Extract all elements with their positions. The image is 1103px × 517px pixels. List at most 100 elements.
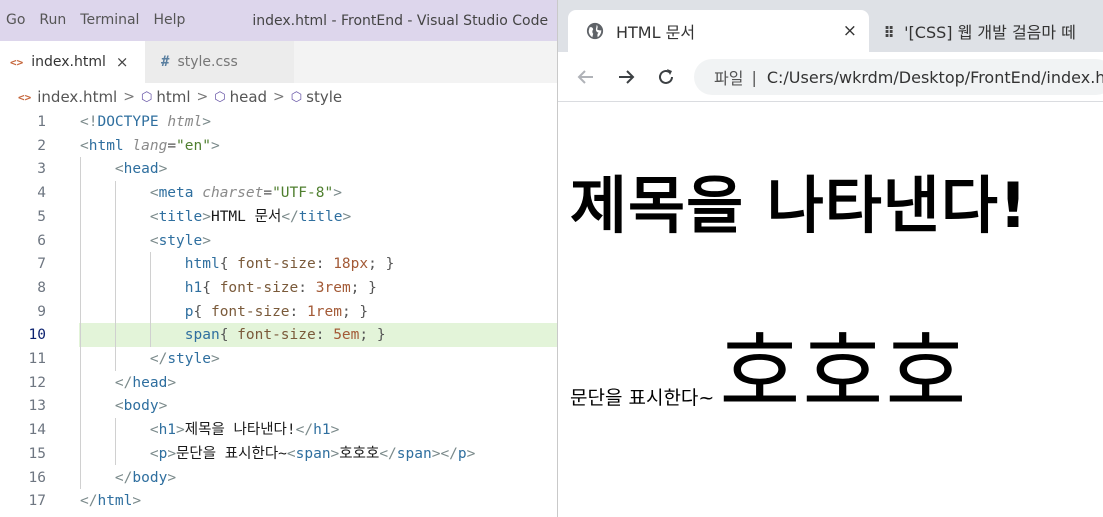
- code-text: </html>: [80, 493, 142, 510]
- element-icon: ⬡: [140, 89, 153, 105]
- line-number: 7: [37, 256, 46, 273]
- code-line[interactable]: 14 <h1>제목을 나타낸다!</h1>: [0, 418, 557, 442]
- code-line[interactable]: 16 </body>: [0, 466, 557, 490]
- tab-index-html[interactable]: <> index.html ×: [0, 41, 145, 83]
- code-line[interactable]: 6 <style>: [0, 229, 557, 253]
- address-bar[interactable]: 파일 | C:/Users/wkrdm/Desktop/FrontEnd/ind…: [694, 59, 1103, 95]
- line-number: 17: [28, 493, 46, 510]
- close-icon[interactable]: ×: [843, 21, 857, 41]
- indent-guide: [80, 157, 81, 490]
- line-number: 2: [37, 137, 46, 154]
- code-line[interactable]: 9 p{ font-size: 1rem; }: [0, 300, 557, 324]
- breadcrumb-head[interactable]: head: [230, 88, 267, 106]
- paragraph-span: 호호호: [719, 322, 969, 425]
- code-text: <html lang="en">: [80, 137, 220, 154]
- editor-tab-bar: <> index.html × # style.css: [0, 41, 557, 83]
- code-line[interactable]: 12 </head>: [0, 371, 557, 395]
- breadcrumb-separator: >: [273, 89, 285, 105]
- paragraph-text: 문단을 표시한다~: [570, 387, 715, 409]
- breadcrumb-separator: >: [196, 89, 209, 105]
- scheme-label: 파일: [714, 69, 744, 88]
- line-number: 9: [37, 303, 46, 320]
- line-number: 15: [28, 445, 46, 462]
- browser-tab-css[interactable]: ⁝⁝ '[CSS] 웹 개발 걸음마 떼: [874, 10, 1103, 52]
- code-line[interactable]: 7 html{ font-size: 18px; }: [0, 252, 557, 276]
- code-line[interactable]: 2 <html lang="en">: [0, 134, 557, 158]
- menu-terminal[interactable]: Terminal: [73, 0, 146, 41]
- forward-button[interactable]: [614, 65, 638, 89]
- code-text: <h1>제목을 나타낸다!</h1>: [149, 422, 340, 439]
- browser-window: HTML 문서 × ⁝⁝ '[CSS] 웹 개발 걸음마 떼 파일 | C:/U…: [557, 0, 1103, 517]
- browser-tab-html[interactable]: HTML 문서 ×: [568, 10, 869, 52]
- code-text: h1{ font-size: 3rem; }: [184, 279, 377, 296]
- menu-go[interactable]: Go: [0, 0, 32, 41]
- line-number: 16: [28, 469, 46, 486]
- code-text: <!DOCTYPE html>: [80, 114, 211, 130]
- code-text: html{ font-size: 18px; }: [184, 256, 395, 273]
- line-number: 14: [28, 422, 46, 439]
- line-number: 1: [37, 114, 46, 130]
- code-text: </style>: [149, 351, 220, 367]
- code-text: span{ font-size: 5em; }: [184, 327, 386, 344]
- html-file-icon: <>: [10, 55, 24, 69]
- code-text: <head>: [114, 161, 168, 178]
- breadcrumb-html[interactable]: html: [156, 88, 190, 106]
- breadcrumb-separator: >: [123, 89, 135, 105]
- code-text: <title>HTML 문서</title>: [149, 208, 352, 225]
- line-number: 4: [37, 185, 46, 202]
- web-page: 제목을 나타낸다! 문단을 표시한다~ 호호호: [558, 103, 1103, 517]
- browser-tab-label: HTML 문서: [616, 23, 696, 42]
- code-line[interactable]: 17 </html>: [0, 489, 557, 513]
- favicon-icon: ⁝⁝: [884, 21, 894, 41]
- line-number: 13: [28, 398, 46, 415]
- breadcrumb-file[interactable]: index.html: [37, 88, 117, 106]
- code-text: <p>문단을 표시한다~<span>호호호</span></p>: [149, 445, 476, 462]
- css-file-icon: #: [161, 54, 170, 70]
- code-line[interactable]: 4 <meta charset="UTF-8">: [0, 181, 557, 205]
- code-text: </head>: [114, 374, 177, 391]
- code-line[interactable]: 5 <title>HTML 문서</title>: [0, 205, 557, 229]
- code-line[interactable]: 11 </style>: [0, 347, 557, 371]
- code-text: <style>: [149, 232, 211, 249]
- line-number: 10: [28, 327, 46, 344]
- code-line[interactable]: 1 <!DOCTYPE html>: [0, 110, 557, 134]
- url-text[interactable]: C:/Users/wkrdm/Desktop/FrontEnd/index.ht…: [767, 68, 1103, 87]
- code-line[interactable]: 3 <head>: [0, 157, 557, 181]
- tab-style-css[interactable]: # style.css: [145, 41, 294, 83]
- indent-guide: [114, 418, 116, 466]
- close-icon[interactable]: ×: [116, 53, 129, 71]
- line-number: 11: [28, 351, 46, 367]
- indent-guide: [114, 181, 116, 371]
- element-icon: ⬡: [290, 89, 303, 105]
- indent-guide: [149, 252, 151, 347]
- code-line[interactable]: 13 <body>: [0, 394, 557, 418]
- code-editor[interactable]: 1 <!DOCTYPE html> 2 <html lang="en"> 3 <head…: [0, 110, 557, 517]
- back-button[interactable]: [574, 65, 598, 89]
- breadcrumb-style[interactable]: style: [306, 88, 342, 106]
- browser-tab-label: '[CSS] 웹 개발 걸음마 떼: [904, 23, 1076, 42]
- address-separator: |: [751, 67, 757, 87]
- menu-bar: Go Run Terminal Help index.html - FrontE…: [0, 0, 557, 41]
- page-heading: 제목을 나타낸다!: [570, 169, 1029, 242]
- tab-label: style.css: [177, 54, 238, 70]
- code-line[interactable]: 10 span{ font-size: 5em; }: [0, 323, 557, 347]
- vscode-window: Go Run Terminal Help index.html - FrontE…: [0, 0, 557, 517]
- code-text: <meta charset="UTF-8">: [149, 185, 342, 202]
- tab-label: index.html: [31, 54, 106, 70]
- reload-icon: [659, 69, 673, 84]
- html-file-icon: <>: [18, 90, 32, 104]
- reload-button[interactable]: [654, 65, 678, 89]
- line-number: 12: [28, 374, 46, 391]
- arrow-right-icon: [619, 70, 635, 84]
- line-number: 5: [37, 208, 46, 225]
- globe-icon: [586, 22, 604, 40]
- browser-tab-strip: HTML 문서 × ⁝⁝ '[CSS] 웹 개발 걸음마 떼: [558, 0, 1103, 52]
- code-line[interactable]: 15 <p>문단을 표시한다~<span>호호호</span></p>: [0, 442, 557, 466]
- code-text: <body>: [114, 398, 168, 415]
- line-number: 8: [37, 279, 46, 296]
- code-line[interactable]: 8 h1{ font-size: 3rem; }: [0, 276, 557, 300]
- menu-run[interactable]: Run: [32, 0, 73, 41]
- arrow-left-icon: [577, 70, 593, 84]
- code-text: </body>: [114, 469, 177, 486]
- menu-help[interactable]: Help: [146, 0, 192, 41]
